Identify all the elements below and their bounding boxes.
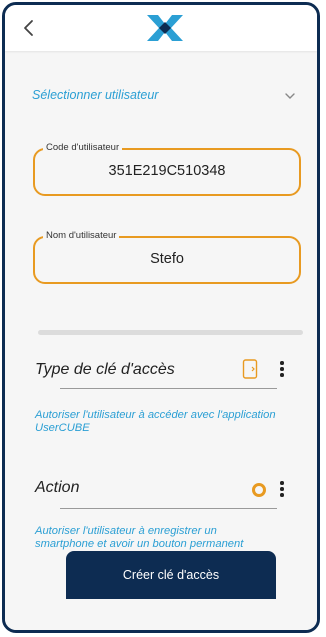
radio-circle-icon[interactable] — [252, 483, 266, 497]
key-type-menu-icon[interactable] — [279, 361, 285, 377]
user-name-field[interactable]: Nom d'utilisateur Stefo — [33, 230, 301, 284]
action-label: Action — [35, 479, 80, 496]
key-type-underline — [60, 388, 277, 389]
action-underline — [60, 508, 277, 509]
key-type-label: Type de clé d'accès — [35, 361, 175, 378]
top-bar — [5, 5, 317, 51]
user-name-value: Stefo — [150, 251, 184, 267]
user-select-dropdown[interactable]: Sélectionner utilisateur — [32, 86, 297, 108]
create-access-key-button[interactable]: Créer clé d'accès — [66, 551, 276, 599]
key-type-description: Autoriser l'utilisateur à accéder avec l… — [35, 409, 276, 434]
user-select-label: Sélectionner utilisateur — [32, 88, 159, 102]
user-code-field[interactable]: Code d'utilisateur 351E219C510348 — [33, 142, 301, 196]
brand-x-logo-icon — [147, 15, 183, 41]
phone-frame: Sélectionner utilisateur Code d'utilisat… — [2, 2, 320, 633]
user-code-legend: Code d'utilisateur — [43, 142, 123, 153]
action-menu-icon[interactable] — [279, 481, 285, 497]
action-description: Autoriser l'utilisateur à enregistrer un… — [35, 525, 244, 550]
section-divider — [38, 330, 303, 335]
user-name-legend: Nom d'utilisateur — [43, 230, 120, 241]
smartphone-icon[interactable] — [242, 359, 258, 379]
user-code-value: 351E219C510348 — [108, 163, 226, 179]
chevron-left-icon[interactable] — [19, 18, 39, 38]
chevron-down-icon — [285, 93, 295, 99]
main-content: Sélectionner utilisateur Code d'utilisat… — [5, 51, 317, 630]
